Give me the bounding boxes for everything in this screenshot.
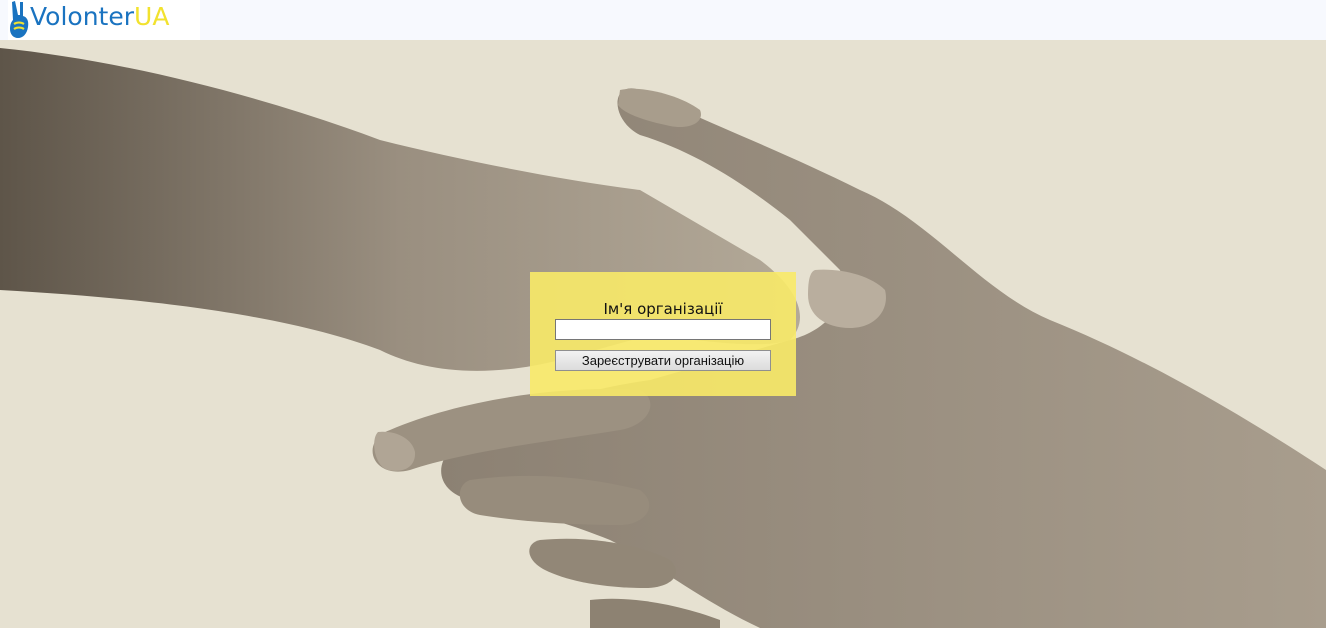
brand-name-part2: UA xyxy=(134,2,170,31)
organization-name-input[interactable] xyxy=(555,319,771,340)
brand-name: VolonterUA xyxy=(30,2,169,32)
brand-logo[interactable]: VolonterUA xyxy=(8,0,200,40)
organization-name-label: Ім'я організації xyxy=(603,300,723,318)
top-bar: VolonterUA xyxy=(0,0,1326,40)
brand-name-part1: Volonter xyxy=(30,2,135,31)
registration-panel: Ім'я організації Зареєструвати організац… xyxy=(530,272,796,396)
register-organization-button[interactable]: Зареєструвати організацію xyxy=(555,350,771,371)
victory-hand-icon xyxy=(10,1,29,38)
